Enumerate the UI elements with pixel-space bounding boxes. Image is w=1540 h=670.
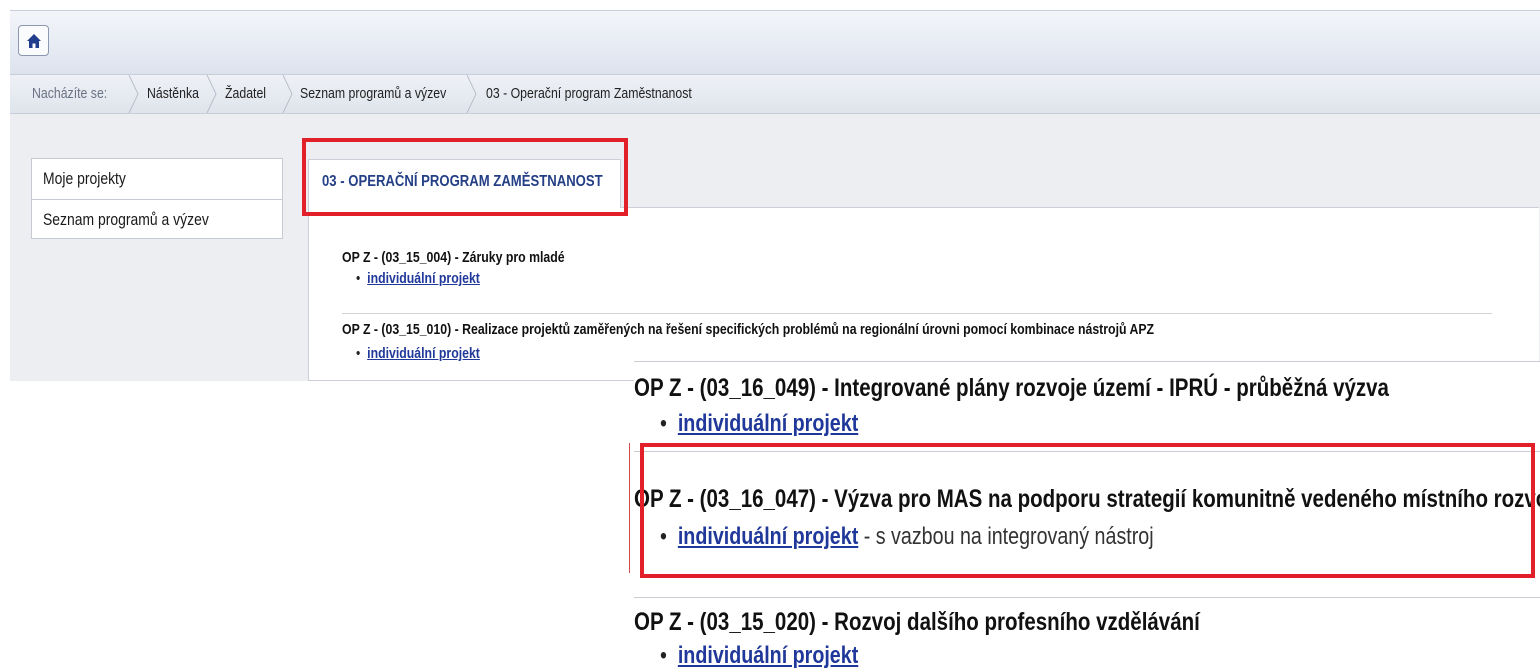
divider xyxy=(342,313,1492,314)
call-title: OP Z - (03_16_047) - Výzva pro MAS na po… xyxy=(634,485,1540,513)
tab-program[interactable]: 03 - OPERAČNÍ PROGRAM ZAMĚSTNANOST xyxy=(308,159,621,208)
call-title: OP Z - (03_15_010) - Realizace projektů … xyxy=(342,321,1155,338)
divider xyxy=(634,451,1540,452)
breadcrumb-item-nastenka[interactable]: Nástěnka xyxy=(147,75,210,113)
divider xyxy=(634,361,1540,362)
individual-project-link[interactable]: individuální projekt xyxy=(367,270,480,287)
breadcrumb-separator-icon xyxy=(128,75,139,113)
breadcrumb-item-zadatel[interactable]: Žadatel xyxy=(225,75,275,113)
breadcrumb-separator-icon xyxy=(466,75,477,113)
individual-project-link[interactable]: individuální projekt xyxy=(678,410,858,437)
breadcrumb-separator-icon xyxy=(206,75,217,113)
top-bar xyxy=(10,10,1540,74)
list-item: • individuální projekt xyxy=(356,270,480,287)
breadcrumb-separator-icon xyxy=(282,75,293,113)
tab-label: 03 - OPERAČNÍ PROGRAM ZAMĚSTNANOST xyxy=(322,173,603,190)
list-item: • individuální projekt xyxy=(660,642,859,669)
call-title: OP Z - (03_16_049) - Integrované plány r… xyxy=(634,374,1389,402)
individual-project-link[interactable]: individuální projekt xyxy=(678,642,858,669)
individual-project-link[interactable]: individuální projekt xyxy=(678,523,858,550)
list-item: • individuální projekt - s vazbou na int… xyxy=(660,523,1154,550)
link-suffix: - s vazbou na integrovaný nástroj xyxy=(858,523,1154,550)
breadcrumb: Nacházíte se: Nástěnka Žadatel Seznam pr… xyxy=(10,74,1540,114)
sidebar-item-seznam-programu[interactable]: Seznam programů a výzev xyxy=(32,199,282,239)
home-button[interactable] xyxy=(18,25,49,56)
breadcrumb-item-current: 03 - Operační program Zaměstnanost xyxy=(486,85,692,102)
individual-project-link[interactable]: individuální projekt xyxy=(367,345,480,362)
divider xyxy=(629,443,630,573)
breadcrumb-item-seznam[interactable]: Seznam programů a výzev xyxy=(300,75,478,113)
zoomed-detail: OP Z - (03_16_049) - Integrované plány r… xyxy=(629,361,1540,669)
breadcrumb-label: Nacházíte se: xyxy=(32,85,108,102)
list-item: • individuální projekt xyxy=(356,345,480,362)
sidebar-item-moje-projekty[interactable]: Moje projekty xyxy=(32,159,282,199)
sidebar: Moje projekty Seznam programů a výzev xyxy=(31,158,283,239)
call-title: OP Z - (03_15_004) - Záruky pro mladé xyxy=(342,249,565,266)
list-item: • individuální projekt xyxy=(660,410,859,437)
divider xyxy=(634,597,1540,598)
home-icon xyxy=(26,33,41,48)
call-title: OP Z - (03_15_020) - Rozvoj dalšího prof… xyxy=(634,608,1200,636)
